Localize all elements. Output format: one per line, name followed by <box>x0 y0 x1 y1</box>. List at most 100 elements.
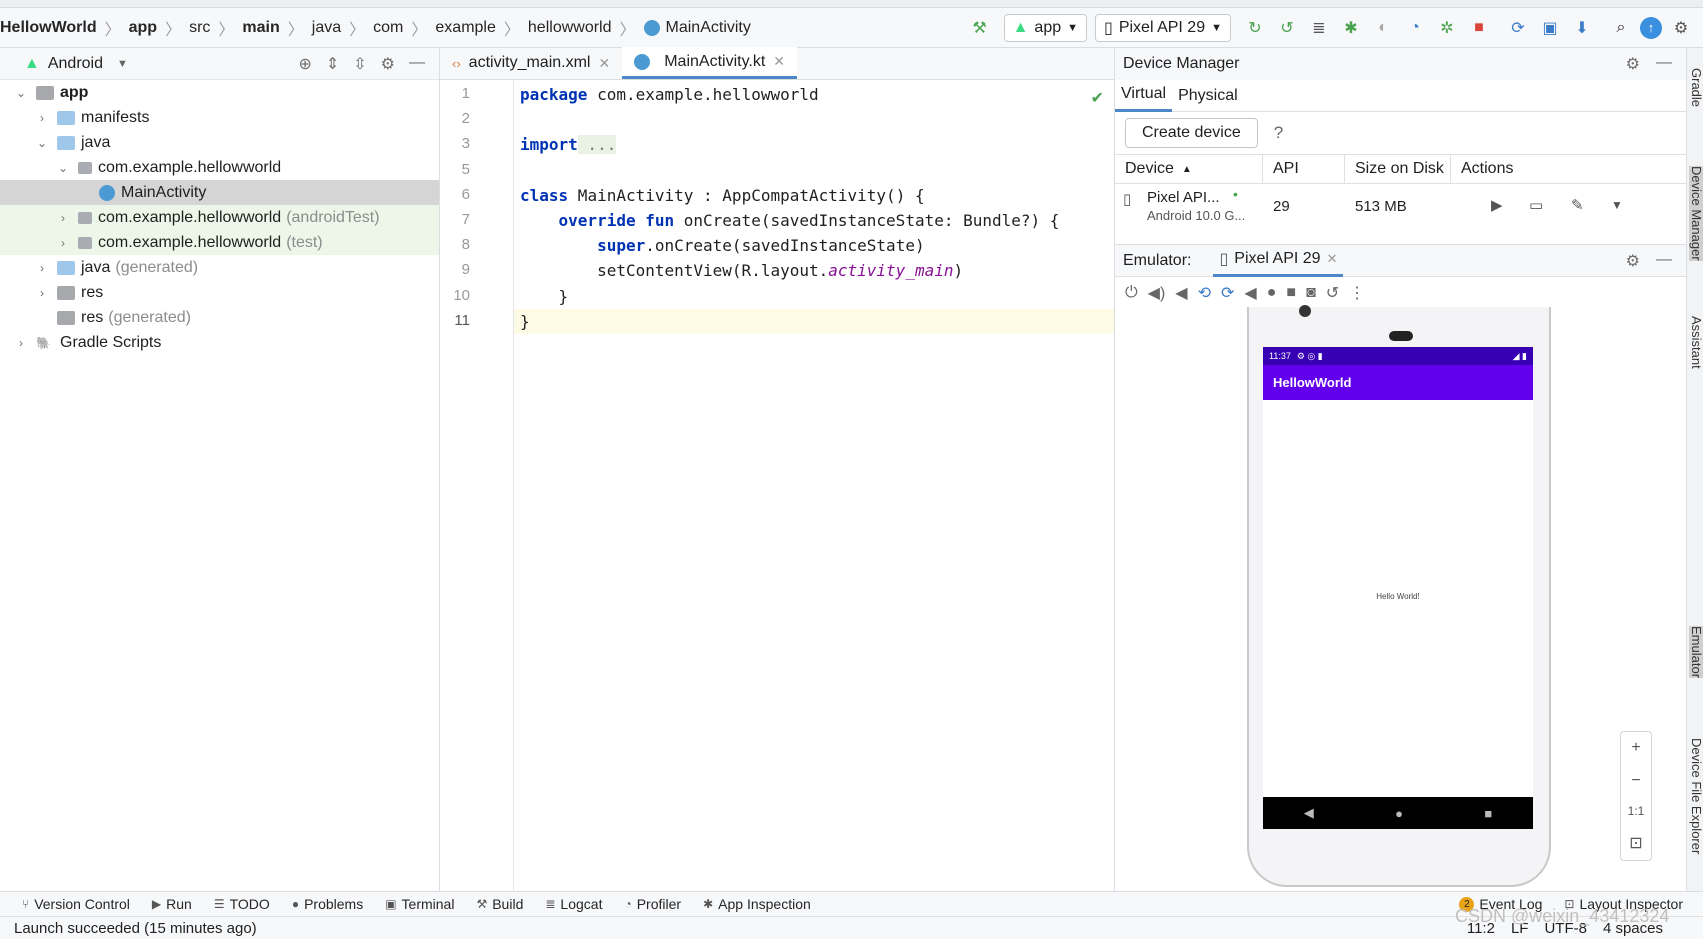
rotate-right-icon[interactable]: ⟳ <box>1221 283 1234 303</box>
tree-item[interactable]: › com.example.hellowworld (test) <box>0 230 439 255</box>
tool-version-control[interactable]: ⑂ Version Control <box>22 896 130 912</box>
nav-back-icon[interactable]: ◀ <box>1304 805 1314 821</box>
tool-problems[interactable]: ● Problems <box>292 896 363 912</box>
build-hammer-icon[interactable]: ⚒ <box>967 15 993 41</box>
gear-icon[interactable]: ⚙ <box>381 54 395 74</box>
tree-item[interactable]: › com.example.hellowworld (androidTest) <box>0 205 439 230</box>
volume-down-icon[interactable]: ◀ <box>1175 283 1187 303</box>
close-icon[interactable]: ✕ <box>773 53 785 70</box>
chevron-right-icon[interactable]: › <box>56 211 70 225</box>
device-manager-icon[interactable]: ▣ <box>1537 15 1563 41</box>
chevron-right-icon[interactable]: › <box>35 111 49 125</box>
hide-icon[interactable]: — <box>1656 251 1672 271</box>
tool-run[interactable]: ▶ Run <box>152 896 192 912</box>
code-area[interactable]: package com.example.hellowworld import ..… <box>514 80 1114 891</box>
chevron-down-icon[interactable]: ⌄ <box>56 161 70 175</box>
locate-icon[interactable]: ⊕ <box>298 54 311 74</box>
breadcrumb-java[interactable]: java <box>312 19 341 37</box>
rotate-left-icon[interactable]: ⟲ <box>1198 283 1211 303</box>
tool-profiler[interactable]: ◔ Profiler <box>624 896 681 912</box>
debug-icon[interactable]: ✱ <box>1338 15 1364 41</box>
home-icon[interactable]: ● <box>1267 284 1277 302</box>
breadcrumb-src[interactable]: src <box>189 19 210 37</box>
rerun-icon[interactable]: ↻ <box>1242 15 1268 41</box>
breadcrumb-main[interactable]: main <box>242 19 279 37</box>
code-line[interactable]: class MainActivity : AppCompatActivity()… <box>514 183 1114 208</box>
dropdown-arrow-icon[interactable]: ▼ <box>117 58 128 70</box>
update-icon[interactable]: ↑ <box>1640 16 1662 39</box>
tab-physical[interactable]: Physical <box>1172 80 1244 112</box>
tab-virtual[interactable]: Virtual <box>1115 80 1173 112</box>
nav-recents-icon[interactable]: ■ <box>1484 806 1492 821</box>
tool-terminal[interactable]: ▣ Terminal <box>385 896 454 912</box>
volume-up-icon[interactable]: ◀) <box>1148 283 1166 303</box>
code-line[interactable] <box>514 158 1114 183</box>
coverage-icon[interactable]: ◐ <box>1370 15 1396 41</box>
code-line[interactable]: super.onCreate(savedInstanceState) <box>514 233 1114 258</box>
tree-item[interactable]: MainActivity <box>0 180 439 205</box>
create-device-button[interactable]: Create device <box>1125 118 1258 148</box>
snapshot-icon[interactable]: ↺ <box>1326 283 1339 303</box>
device-select[interactable]: ▯ Pixel API 29 ▼ <box>1095 13 1231 42</box>
settings-icon[interactable]: ⚙ <box>1668 15 1694 41</box>
back-icon[interactable]: ◀ <box>1244 283 1256 303</box>
more-dropdown-icon[interactable]: ▼ <box>1611 198 1623 212</box>
sdk-manager-icon[interactable]: ⬇ <box>1569 15 1595 41</box>
folder-icon[interactable]: ▭ <box>1529 196 1543 214</box>
column-device[interactable]: Device ▲ <box>1115 154 1263 184</box>
stop-icon[interactable]: ■ <box>1466 15 1492 41</box>
chevron-right-icon[interactable]: › <box>56 236 70 250</box>
tree-item[interactable]: ⌄ com.example.hellowworld <box>0 155 439 180</box>
tool-build[interactable]: ⚒ Build <box>476 896 523 912</box>
sync-gradle-icon[interactable]: ⟳ <box>1505 15 1531 41</box>
tree-item[interactable]: ⌄ java <box>0 130 439 155</box>
tool-assistant[interactable]: Assistant <box>1689 316 1703 369</box>
more-icon[interactable]: ⋮ <box>1349 283 1365 303</box>
tool-emulator[interactable]: Emulator <box>1689 626 1703 679</box>
breadcrumb-com[interactable]: com <box>373 19 403 37</box>
breadcrumb-file[interactable]: MainActivity <box>666 19 751 37</box>
help-icon[interactable]: ? <box>1274 123 1283 143</box>
close-icon[interactable]: ✕ <box>598 55 610 72</box>
tool-todo[interactable]: ☰ TODO <box>214 896 270 912</box>
zoom-actual-size-button[interactable]: 1:1 <box>1628 804 1645 818</box>
tool-gradle[interactable]: Gradle <box>1689 68 1703 107</box>
power-icon[interactable]: ⏻ <box>1125 284 1138 302</box>
tree-item[interactable]: ⌄ app <box>0 80 439 105</box>
tab-mainactivity-kt[interactable]: MainActivity.kt ✕ <box>622 47 798 79</box>
code-line[interactable]: override fun onCreate(savedInstanceState… <box>514 208 1114 233</box>
column-size[interactable]: Size on Disk <box>1345 154 1451 184</box>
tool-device-file-explorer[interactable]: Device File Explorer <box>1689 738 1703 854</box>
chevron-right-icon[interactable]: › <box>35 261 49 275</box>
tree-item[interactable]: › manifests <box>0 105 439 130</box>
breadcrumb-package[interactable]: hellowworld <box>528 19 612 37</box>
zoom-out-icon[interactable]: − <box>1631 772 1640 790</box>
gear-icon[interactable]: ⚙ <box>1626 251 1640 271</box>
code-line[interactable]: } <box>514 308 1114 334</box>
breadcrumb-example[interactable]: example <box>435 19 495 37</box>
code-line[interactable]: package com.example.hellowworld <box>514 82 1114 107</box>
hide-icon[interactable]: — <box>409 54 425 74</box>
breadcrumb-module[interactable]: app <box>129 19 157 37</box>
run-config-select[interactable]: ▲ app ▼ <box>1003 13 1088 42</box>
code-line[interactable]: } <box>514 284 1114 309</box>
chevron-down-icon[interactable]: ⌄ <box>35 136 49 150</box>
chevron-right-icon[interactable]: › <box>35 286 49 300</box>
search-icon[interactable]: ⌕ <box>1608 15 1634 41</box>
close-icon[interactable]: ✕ <box>1327 251 1338 267</box>
hide-icon[interactable]: — <box>1656 54 1672 74</box>
play-icon[interactable]: ▶ <box>1491 196 1503 214</box>
project-view-select[interactable]: Android <box>48 55 103 73</box>
chevron-right-icon[interactable]: › <box>14 336 28 350</box>
tool-logcat[interactable]: ≣ Logcat <box>545 896 602 912</box>
profile-icon[interactable]: ◔ <box>1402 15 1428 41</box>
overview-icon[interactable]: ■ <box>1286 284 1296 302</box>
phone-screen[interactable]: 11:37 ⚙ ◎ ▮ ◢ ▮ HellowWorld Hello World!… <box>1263 347 1533 829</box>
code-line[interactable] <box>514 107 1114 132</box>
column-api[interactable]: API <box>1263 154 1345 184</box>
tree-item[interactable]: › res <box>0 280 439 305</box>
screenshot-icon[interactable]: ◙ <box>1306 284 1316 302</box>
attach-debugger-icon[interactable]: ✲ <box>1434 15 1460 41</box>
breadcrumb-project[interactable]: HellowWorld <box>0 19 97 37</box>
tree-item[interactable]: › java (generated) <box>0 255 439 280</box>
